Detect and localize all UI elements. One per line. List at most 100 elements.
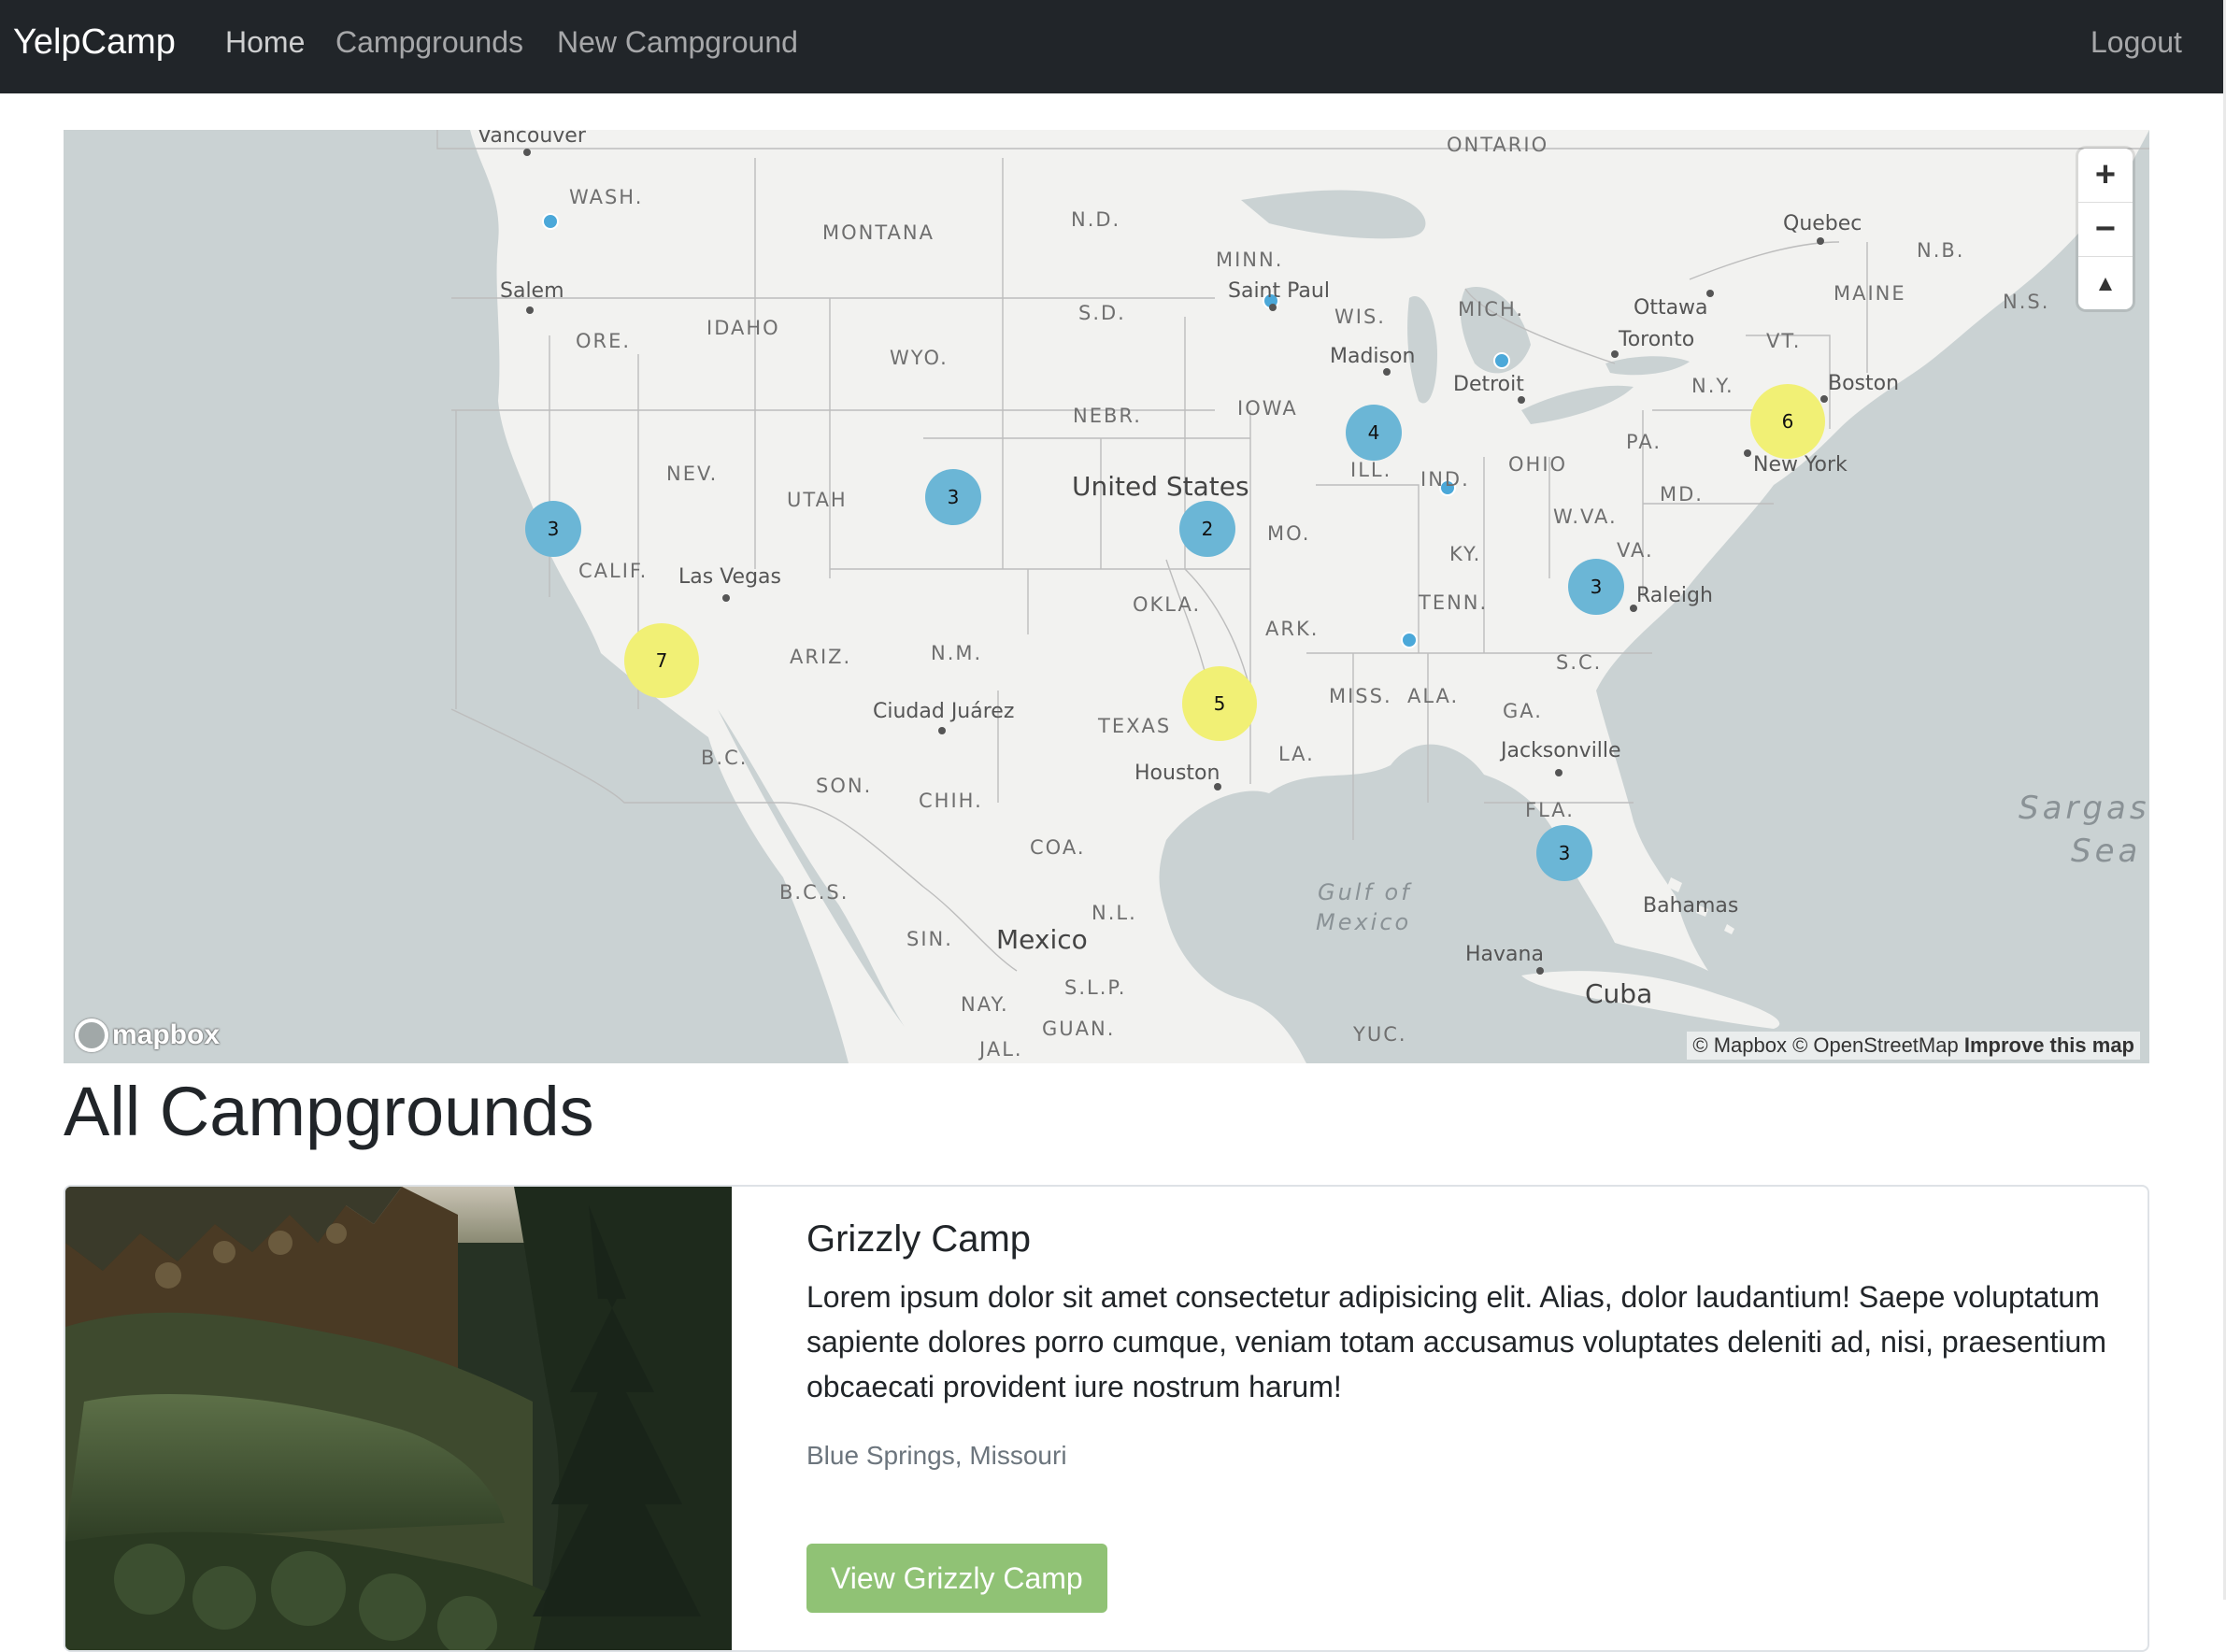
cluster-marker[interactable]: 3	[1568, 559, 1624, 615]
map-label: FLA.	[1525, 799, 1575, 821]
map-label: N.L.	[1092, 902, 1137, 924]
nav-logout-link[interactable]: Logout	[2090, 22, 2182, 62]
lake-superior	[1241, 190, 1426, 239]
map-label: MISS.	[1329, 685, 1392, 707]
map-label: Raleigh	[1636, 584, 1713, 607]
cluster-marker[interactable]: 6	[1750, 384, 1825, 459]
map-label: S.D.	[1078, 302, 1126, 324]
map-label: OHIO	[1508, 453, 1568, 476]
map-label: Detroit	[1453, 373, 1524, 396]
map-label: Havana	[1465, 943, 1544, 966]
map-label: S.L.P.	[1064, 976, 1127, 999]
mapbox-logo-icon	[75, 1018, 108, 1052]
map-label: Quebec	[1783, 212, 1862, 235]
cluster-marker[interactable]: 7	[624, 623, 699, 698]
map-point	[1401, 632, 1418, 648]
map-label: Cuba	[1585, 978, 1653, 1009]
map-label: MONTANA	[822, 221, 935, 244]
lake-erie	[1521, 385, 1634, 424]
compass-button[interactable]: ▲	[2078, 257, 2133, 309]
map-label: New York	[1753, 453, 1848, 477]
map-label: Mexico	[996, 924, 1088, 955]
map-label: Toronto	[1619, 328, 1695, 351]
map-label: Saint Paul	[1228, 279, 1330, 303]
map-label: LA.	[1278, 743, 1315, 765]
map-label: IDAHO	[706, 317, 780, 339]
cluster-marker[interactable]: 4	[1346, 405, 1402, 461]
campground-location: Blue Springs, Missouri	[806, 1441, 1067, 1470]
cluster-marker[interactable]: 3	[1536, 825, 1592, 881]
campground-title: Grizzly Camp	[806, 1218, 1032, 1260]
map-label: YUC.	[1353, 1023, 1407, 1046]
map-label: NEV.	[666, 463, 719, 485]
map-label: Sargass	[2019, 790, 2149, 827]
map-label: JAL.	[979, 1038, 1023, 1061]
map-label: MO.	[1267, 522, 1311, 545]
view-campground-button[interactable]: View Grizzly Camp	[806, 1544, 1107, 1613]
map-label: GUAN.	[1042, 1018, 1116, 1040]
map-label: WYO.	[890, 347, 949, 369]
map-label: Gulf of	[1318, 879, 1412, 905]
map-label: UTAH	[787, 489, 848, 511]
brand-logo[interactable]: YelpCamp	[13, 21, 176, 64]
map-label: B.C.S.	[779, 881, 849, 904]
map-label: N.M.	[931, 642, 983, 664]
improve-map-link[interactable]: Improve this map	[1964, 1033, 2134, 1057]
map-label: IND.	[1420, 468, 1470, 491]
page-title: All Campgrounds	[64, 1073, 594, 1150]
map-label: Houston	[1134, 762, 1220, 785]
cluster-map[interactable]: Vancouver ONTARIO WASH. MONTANA N.D. MIN…	[64, 130, 2149, 1063]
map-label: WASH.	[569, 186, 644, 208]
map-label: MINN.	[1216, 249, 1284, 271]
map-label: MAINE	[1834, 282, 1906, 305]
map-label: ALA.	[1407, 685, 1460, 707]
campground-image	[65, 1187, 732, 1650]
nav-campgrounds-link[interactable]: Campgrounds	[335, 22, 523, 62]
map-point	[1493, 352, 1510, 369]
map-label: IOWA	[1237, 397, 1298, 420]
zoom-in-button[interactable]: +	[2078, 149, 2133, 203]
map-label: ONTARIO	[1447, 134, 1549, 156]
campground-card: Grizzly Camp Lorem ipsum dolor sit amet …	[64, 1185, 2149, 1652]
zoom-out-button[interactable]: −	[2078, 203, 2133, 257]
cluster-marker[interactable]: 2	[1179, 501, 1235, 557]
map-label: WIS.	[1334, 306, 1386, 328]
map-label: MD.	[1660, 483, 1704, 506]
campground-description: Lorem ipsum dolor sit amet consectetur a…	[806, 1280, 2106, 1403]
nav-home-link[interactable]: Home	[225, 22, 305, 62]
map-label: OKLA.	[1133, 593, 1202, 616]
lake-ontario	[1605, 356, 1690, 376]
map-label: ARK.	[1265, 618, 1320, 640]
map-point	[542, 213, 559, 230]
map-label: ORE.	[576, 330, 632, 352]
map-label: Ciudad Juárez	[873, 700, 1015, 723]
cluster-marker[interactable]: 5	[1182, 666, 1257, 741]
cluster-marker[interactable]: 3	[925, 469, 981, 525]
map-label: N.D.	[1071, 208, 1121, 231]
map-label: CALIF.	[578, 560, 649, 582]
map-label: KY.	[1449, 543, 1482, 565]
map-navigation-control: + − ▲	[2078, 149, 2133, 309]
map-label: VT.	[1766, 330, 1802, 352]
map-label: B.C.	[701, 747, 749, 769]
map-label: CHIH.	[919, 790, 983, 812]
map-label: N.B.	[1917, 239, 1965, 262]
map-label: MICH.	[1458, 298, 1525, 320]
map-label: VA.	[1617, 539, 1654, 562]
map-label: W.VA.	[1553, 506, 1618, 528]
map-label: Mexico	[1316, 909, 1412, 935]
campground-card-body: Grizzly Camp Lorem ipsum dolor sit amet …	[806, 1215, 2115, 1613]
map-label: PA.	[1626, 431, 1662, 453]
map-label: SON.	[816, 775, 873, 797]
map-label: SIN.	[906, 928, 953, 950]
map-label: Boston	[1828, 372, 1900, 395]
navbar: YelpCamp Home Campgrounds New Campground…	[0, 0, 2226, 93]
attribution-text[interactable]: © Mapbox © OpenStreetMap	[1692, 1033, 1958, 1057]
cluster-marker[interactable]: 3	[525, 501, 581, 557]
map-label: NEBR.	[1073, 405, 1142, 427]
mapbox-logo[interactable]: mapbox	[75, 1018, 220, 1052]
map-label: ARIZ.	[790, 646, 852, 668]
nav-new-campground-link[interactable]: New Campground	[557, 22, 798, 62]
mapbox-logo-text: mapbox	[112, 1019, 221, 1050]
map-label: TEXAS	[1098, 715, 1172, 737]
